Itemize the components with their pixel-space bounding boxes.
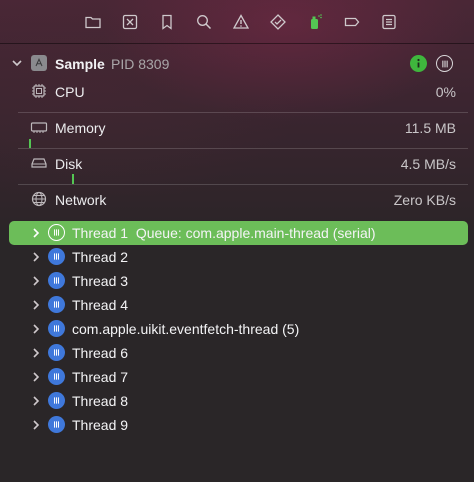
- disk-icon: [31, 158, 47, 168]
- disk-value: 4.5 MB/s: [400, 156, 456, 172]
- thread-name: Thread 7: [72, 369, 129, 385]
- memory-label: Memory: [55, 120, 106, 136]
- thread-name: Thread 6: [72, 345, 129, 361]
- thread-row[interactable]: Thread 2: [0, 245, 474, 269]
- magnifier-icon[interactable]: [194, 12, 214, 32]
- thread-icon: [48, 368, 65, 385]
- toolbar-divider: [0, 43, 474, 44]
- thread-name: Thread 2: [72, 249, 129, 265]
- thread-icon: [48, 320, 65, 337]
- cpu-graph-baseline: [18, 112, 468, 113]
- chevron-right-icon[interactable]: [31, 251, 41, 263]
- thread-name: Thread 3: [72, 273, 129, 289]
- thread-row[interactable]: Thread 6: [0, 341, 474, 365]
- thread-name: Thread 8: [72, 393, 129, 409]
- thread-icon: [48, 392, 65, 409]
- thread-row[interactable]: com.apple.uikit.eventfetch-thread (5): [0, 317, 474, 341]
- memory-icon: [30, 122, 48, 133]
- thread-filter-button[interactable]: [436, 55, 453, 72]
- thread-list: Thread 1 Queue: com.apple.main-thread (s…: [0, 221, 474, 437]
- memory-activity-bar: [29, 139, 31, 148]
- folder-icon[interactable]: [83, 12, 103, 32]
- thread-name: Thread 9: [72, 417, 129, 433]
- thread-row[interactable]: Thread 7: [0, 365, 474, 389]
- spray-can-icon[interactable]: [305, 12, 325, 32]
- info-button[interactable]: [410, 55, 427, 72]
- bookmark-icon[interactable]: [157, 12, 177, 32]
- network-label: Network: [55, 192, 107, 208]
- cpu-label: CPU: [55, 84, 85, 100]
- globe-icon: [31, 191, 47, 207]
- chevron-right-icon[interactable]: [31, 347, 41, 359]
- thread-icon: [48, 272, 65, 289]
- chevron-right-icon[interactable]: [31, 227, 41, 239]
- chevron-right-icon[interactable]: [31, 419, 41, 431]
- thread-row[interactable]: Thread 8: [0, 389, 474, 413]
- chevron-right-icon[interactable]: [31, 371, 41, 383]
- network-value: Zero KB/s: [393, 192, 456, 208]
- thread-row[interactable]: Thread 9: [0, 413, 474, 437]
- thread-icon: [48, 296, 65, 313]
- navigator-toolbar: [0, 0, 474, 44]
- chevron-down-icon[interactable]: [11, 57, 23, 69]
- warning-icon[interactable]: [231, 12, 251, 32]
- memory-value: 11.5 MB: [404, 120, 456, 136]
- disk-graph-baseline: [18, 184, 468, 185]
- thread-row[interactable]: Thread 3: [0, 269, 474, 293]
- info-icon: [417, 58, 420, 68]
- chevron-right-icon[interactable]: [31, 299, 41, 311]
- process-name: Sample: [55, 56, 105, 72]
- cpu-icon: [32, 84, 46, 98]
- thread-name: Thread 1: [72, 225, 129, 241]
- process-row[interactable]: Sample PID 8309: [0, 52, 474, 76]
- threads-icon: [441, 60, 448, 67]
- cpu-value: 0%: [435, 84, 456, 100]
- chevron-right-icon[interactable]: [31, 395, 41, 407]
- xmark-square-icon[interactable]: [120, 12, 140, 32]
- process-pid: PID 8309: [111, 56, 170, 72]
- list-icon[interactable]: [379, 12, 399, 32]
- thread-icon: [48, 224, 65, 241]
- thread-icon: [48, 344, 65, 361]
- thread-icon: [48, 248, 65, 265]
- thread-icon: [48, 416, 65, 433]
- thread-queue: Queue: com.apple.main-thread (serial): [135, 225, 376, 241]
- disk-label: Disk: [55, 156, 83, 172]
- chevron-right-icon[interactable]: [31, 323, 41, 335]
- chevron-right-icon[interactable]: [31, 275, 41, 287]
- thread-row[interactable]: Thread 1 Queue: com.apple.main-thread (s…: [0, 221, 474, 245]
- thread-row[interactable]: Thread 4: [0, 293, 474, 317]
- thread-name: com.apple.uikit.eventfetch-thread (5): [72, 321, 300, 337]
- memory-graph-baseline: [18, 148, 468, 149]
- tag-icon[interactable]: [342, 12, 362, 32]
- thread-name: Thread 4: [72, 297, 129, 313]
- app-icon: [31, 55, 47, 71]
- diamond-icon[interactable]: [268, 12, 288, 32]
- disk-activity-bar: [72, 174, 74, 184]
